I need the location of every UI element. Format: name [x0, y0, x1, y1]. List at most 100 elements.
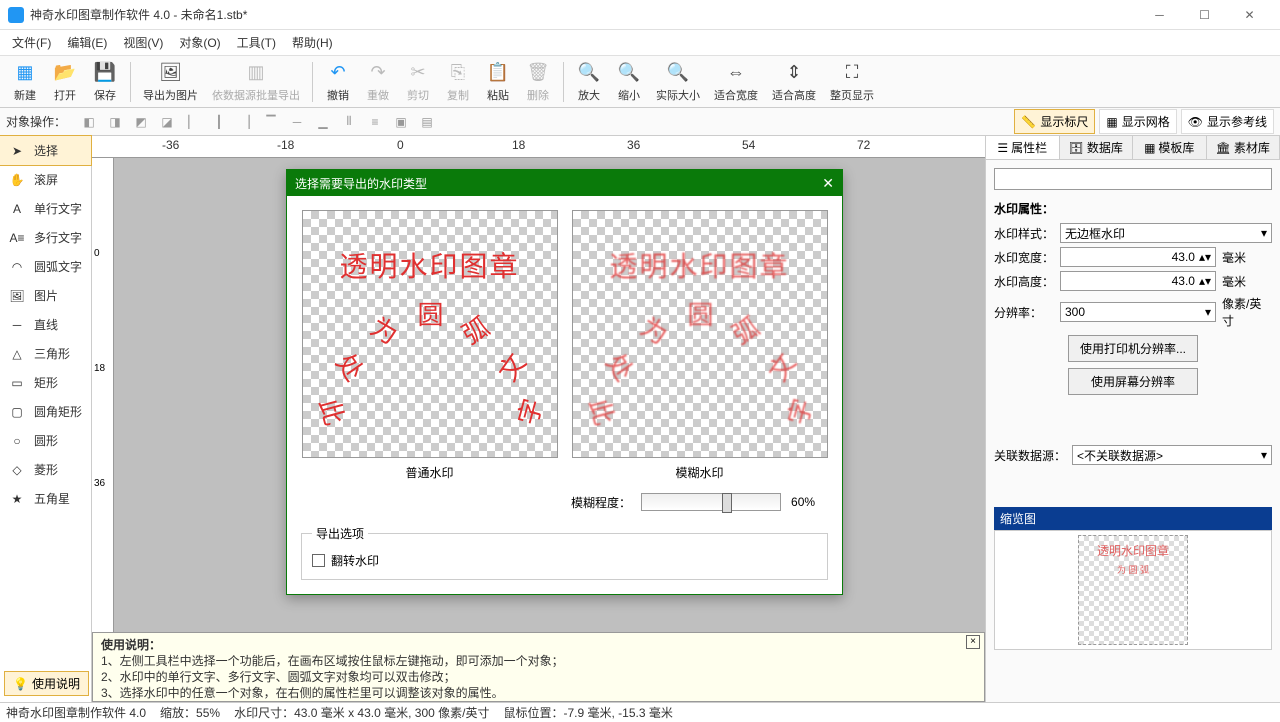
undo-icon: ↶ — [326, 61, 350, 85]
menubar: 文件(F) 编辑(E) 视图(V) 对象(O) 工具(T) 帮助(H) — [0, 30, 1280, 56]
copy-button[interactable]: ⎘复制 — [439, 58, 477, 106]
redo-button[interactable]: ↷重做 — [359, 58, 397, 106]
align-top-icon[interactable]: ▔ — [260, 111, 282, 133]
zoom-in-button[interactable]: 🔍放大 — [570, 58, 608, 106]
tool-line[interactable]: ─直线 — [0, 310, 91, 339]
align-bottom-icon[interactable]: ▁ — [312, 111, 334, 133]
menu-tools[interactable]: 工具(T) — [229, 30, 284, 55]
actual-size-button[interactable]: 🔍实际大小 — [650, 58, 706, 106]
flip-checkbox[interactable]: 翻转水印 — [312, 552, 817, 569]
batch-export-button[interactable]: ▥依数据源批量导出 — [206, 58, 306, 106]
help-close-button[interactable]: × — [966, 635, 980, 649]
roundrect-icon: ▢ — [8, 403, 26, 421]
tool-select[interactable]: ➤选择 — [0, 136, 91, 165]
menu-edit[interactable]: 编辑(E) — [59, 30, 115, 55]
distribute-h-icon[interactable]: ⫴ — [338, 111, 360, 133]
tool-circle[interactable]: ○圆形 — [0, 426, 91, 455]
menu-view[interactable]: 视图(V) — [115, 30, 171, 55]
zoom-out-button[interactable]: 🔍缩小 — [610, 58, 648, 106]
normal-watermark-option[interactable]: 透明水印图章 此 处 为 圆 弧 文 字 普通水印 — [302, 210, 558, 481]
tab-materials[interactable]: 🏛素材库 — [1207, 136, 1280, 159]
tool-diamond[interactable]: ◇菱形 — [0, 455, 91, 484]
fit-height-button[interactable]: ⇕适合高度 — [766, 58, 822, 106]
tool-rect[interactable]: ▭矩形 — [0, 368, 91, 397]
tool-multi-text[interactable]: A≡多行文字 — [0, 223, 91, 252]
object-selector[interactable] — [994, 168, 1272, 190]
ops-label: 对象操作： — [6, 113, 66, 130]
datasource-select[interactable]: <不关联数据源>▾ — [1072, 445, 1272, 465]
main-toolbar: ▦新建 📂打开 💾保存 🖼导出为图片 ▥依数据源批量导出 ↶撤销 ↷重做 ✂剪切… — [0, 56, 1280, 108]
bring-forward-icon[interactable]: ◩ — [130, 111, 152, 133]
help-toggle-button[interactable]: 💡使用说明 — [4, 671, 89, 696]
delete-icon: 🗑 — [526, 61, 550, 85]
align-left-icon[interactable]: ▏ — [182, 111, 204, 133]
text-icon: A — [8, 200, 26, 218]
redo-icon: ↷ — [366, 61, 390, 85]
export-image-button[interactable]: 🖼导出为图片 — [137, 58, 204, 106]
blurred-watermark-option[interactable]: 透明水印图章 此 处 为 圆 弧 文 字 模糊水印 — [572, 210, 828, 481]
tool-single-text[interactable]: A单行文字 — [0, 194, 91, 223]
fit-width-button[interactable]: ⇔适合宽度 — [708, 58, 764, 106]
titlebar: 神奇水印图章制作软件 4.0 - 未命名1.stb* ─ ☐ ✕ — [0, 0, 1280, 30]
tool-roundrect[interactable]: ▢圆角矩形 — [0, 397, 91, 426]
window-title: 神奇水印图章制作软件 4.0 - 未命名1.stb* — [30, 6, 1137, 23]
align-middle-icon[interactable]: ─ — [286, 111, 308, 133]
show-guides-toggle[interactable]: 👁显示参考线 — [1181, 109, 1274, 134]
ungroup-icon[interactable]: ▤ — [416, 111, 438, 133]
triangle-icon: △ — [8, 345, 26, 363]
use-printer-dpi-button[interactable]: 使用打印机分辨率... — [1068, 335, 1198, 362]
dpi-select[interactable]: 300▾ — [1060, 302, 1216, 322]
tool-triangle[interactable]: △三角形 — [0, 339, 91, 368]
style-select[interactable]: 无边框水印▾ — [1060, 223, 1272, 243]
send-back-icon[interactable]: ◨ — [104, 111, 126, 133]
align-right-icon[interactable]: ▕ — [234, 111, 256, 133]
ruler-vertical: 0 18 36 — [92, 158, 114, 702]
zoom-out-icon: 🔍 — [617, 61, 641, 85]
dialog-titlebar[interactable]: 选择需要导出的水印类型 ✕ — [287, 170, 842, 196]
height-input[interactable]: 43.0▴▾ — [1060, 271, 1216, 291]
delete-button[interactable]: 🗑删除 — [519, 58, 557, 106]
distribute-v-icon[interactable]: ≡ — [364, 111, 386, 133]
paste-button[interactable]: 📋粘贴 — [479, 58, 517, 106]
batch-icon: ▥ — [244, 61, 268, 85]
save-button[interactable]: 💾保存 — [86, 58, 124, 106]
open-button[interactable]: 📂打开 — [46, 58, 84, 106]
diamond-icon: ◇ — [8, 461, 26, 479]
fit-page-button[interactable]: ⛶整页显示 — [824, 58, 880, 106]
status-size: 水印尺寸：43.0 毫米 x 43.0 毫米, 300 像素/英寸 — [234, 704, 489, 721]
maximize-button[interactable]: ☐ — [1182, 0, 1227, 30]
zoom-in-icon: 🔍 — [577, 61, 601, 85]
tool-pan[interactable]: ✋滚屏 — [0, 165, 91, 194]
show-grid-toggle[interactable]: ▦显示网格 — [1099, 109, 1176, 134]
align-center-icon[interactable]: ┃ — [208, 111, 230, 133]
show-ruler-toggle[interactable]: 📏显示标尺 — [1014, 109, 1095, 134]
thumbnail-preview: 透明水印图章为 圆 弧 — [1078, 535, 1188, 645]
width-input[interactable]: 43.0▴▾ — [1060, 247, 1216, 267]
dialog-close-button[interactable]: ✕ — [822, 175, 834, 192]
cut-button[interactable]: ✂剪切 — [399, 58, 437, 106]
menu-file[interactable]: 文件(F) — [4, 30, 59, 55]
group-icon[interactable]: ▣ — [390, 111, 412, 133]
left-tool-palette: ➤选择 ✋滚屏 A单行文字 A≡多行文字 ◠圆弧文字 🖼图片 ─直线 △三角形 … — [0, 136, 92, 702]
image-icon: 🖼 — [8, 287, 26, 305]
use-screen-dpi-button[interactable]: 使用屏幕分辨率 — [1068, 368, 1198, 395]
tab-templates[interactable]: ▦模板库 — [1133, 136, 1207, 159]
tool-image[interactable]: 🖼图片 — [0, 281, 91, 310]
new-button[interactable]: ▦新建 — [6, 58, 44, 106]
bring-front-icon[interactable]: ◧ — [78, 111, 100, 133]
tool-arc-text[interactable]: ◠圆弧文字 — [0, 252, 91, 281]
tool-star[interactable]: ★五角星 — [0, 484, 91, 513]
bulb-icon: 💡 — [13, 677, 28, 691]
menu-object[interactable]: 对象(O) — [171, 30, 228, 55]
menu-help[interactable]: 帮助(H) — [284, 30, 341, 55]
close-window-button[interactable]: ✕ — [1227, 0, 1272, 30]
tab-database[interactable]: 🗄数据库 — [1060, 136, 1134, 159]
minimize-button[interactable]: ─ — [1137, 0, 1182, 30]
undo-button[interactable]: ↶撤销 — [319, 58, 357, 106]
send-backward-icon[interactable]: ◪ — [156, 111, 178, 133]
blur-slider[interactable] — [641, 493, 781, 511]
tpl-icon: ▦ — [1144, 141, 1155, 155]
tab-properties[interactable]: ☰属性栏 — [986, 136, 1060, 159]
app-icon — [8, 7, 24, 23]
open-icon: 📂 — [53, 61, 77, 85]
